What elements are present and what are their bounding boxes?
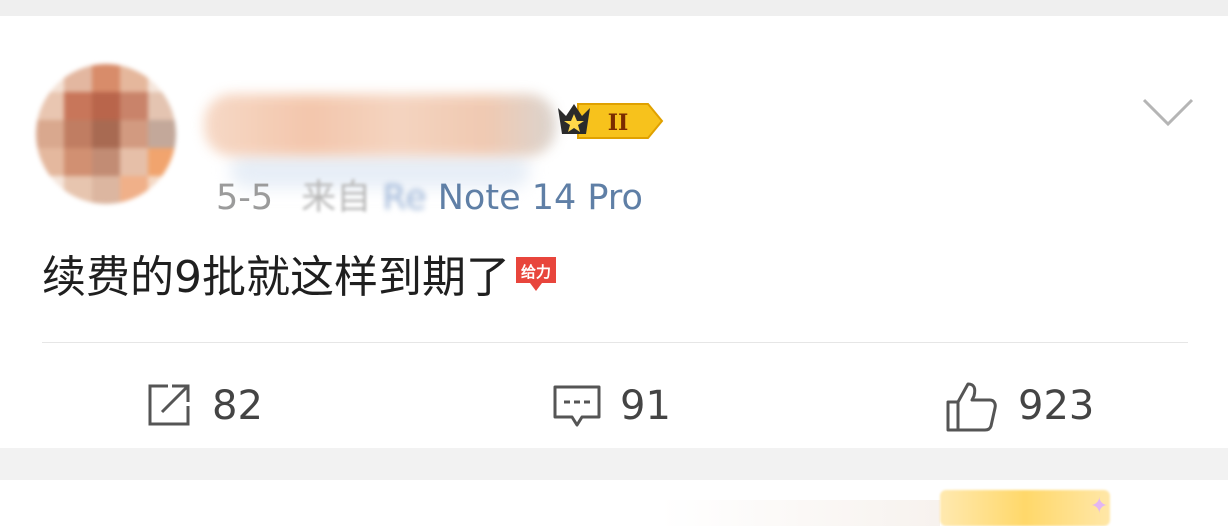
divider: [42, 342, 1188, 343]
post-card: II 5-5 来自 Re Note 14 Pro 续费的9批就这样到期了 给力 8…: [0, 16, 1228, 448]
top-separator: [0, 0, 1228, 16]
repost-count: 82: [212, 383, 263, 429]
username[interactable]: [204, 94, 556, 156]
post-meta: 5-5 来自 Re Note 14 Pro: [216, 176, 643, 220]
comment-button[interactable]: 91: [552, 376, 671, 436]
feed-gap: [0, 448, 1228, 480]
repost-icon: [148, 384, 190, 426]
badge-level: II: [608, 110, 629, 136]
device-link[interactable]: Note 14 Pro: [438, 178, 643, 218]
next-post-card: ✦: [0, 480, 1228, 526]
comment-count: 91: [620, 383, 671, 429]
like-count: 923: [1018, 383, 1095, 429]
geili-emoji-icon: 给力: [516, 257, 556, 291]
post-date: 5-5: [216, 178, 274, 218]
post-body: 续费的9批就这样到期了 给力: [42, 248, 560, 308]
next-post-badge: [940, 490, 1110, 526]
comment-icon: [553, 385, 601, 427]
repost-button[interactable]: 82: [142, 376, 263, 436]
post-text: 续费的9批就这样到期了: [42, 252, 510, 303]
avatar[interactable]: [36, 64, 176, 204]
vip-badge-icon[interactable]: II: [556, 98, 666, 144]
source-prefix: 来自: [301, 178, 372, 218]
device-hidden: Re: [382, 178, 427, 218]
sparkle-icon: ✦: [1090, 494, 1109, 519]
next-post-blur: [660, 500, 940, 526]
like-button[interactable]: 923: [944, 376, 1094, 436]
thumbs-up-icon: [946, 382, 997, 432]
chevron-down-icon[interactable]: [1140, 94, 1196, 134]
emoji-label: 给力: [521, 263, 551, 281]
